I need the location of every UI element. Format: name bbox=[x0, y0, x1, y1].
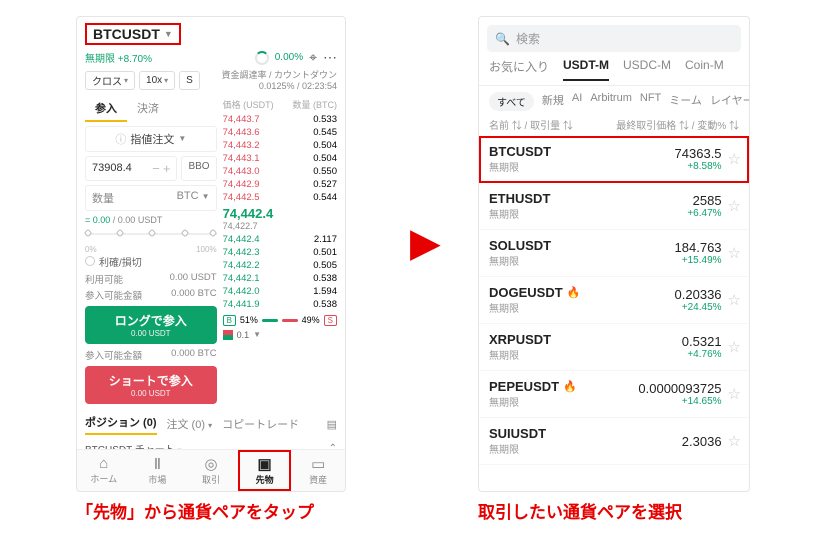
star-icon[interactable]: ☆ bbox=[728, 291, 741, 309]
perp-change: 無期限 +8.70% bbox=[85, 50, 152, 65]
filter-ai[interactable]: AI bbox=[572, 92, 582, 111]
pair-row[interactable]: SOLUSDT無期限184.763+15.49%☆ bbox=[479, 230, 749, 277]
filter-row: すべて 新規 AI Arbitrum NFT ミーム レイヤー1 bbox=[479, 86, 749, 115]
mid-price: 74,442.4 bbox=[223, 204, 337, 221]
phone-left: BTCUSDT ▼ 無期限 +8.70% 0.00% ⌖ ⋯ クロス▾ 10x▾… bbox=[76, 16, 346, 492]
more-icon[interactable]: ⋯ bbox=[323, 49, 337, 66]
nav-trade[interactable]: ◎取引 bbox=[184, 450, 238, 491]
filter-arbitrum[interactable]: Arbitrum bbox=[590, 92, 632, 111]
short-button[interactable]: ショートで参入0.00 USDT bbox=[85, 366, 217, 404]
tab-close[interactable]: 決済 bbox=[127, 96, 169, 122]
nav-wallet[interactable]: ▭資産 bbox=[291, 450, 345, 491]
long-short-ratio: B51% 49%S bbox=[223, 315, 337, 326]
star-icon[interactable]: ☆ bbox=[728, 338, 741, 356]
sort-header[interactable]: 名前 ⇅ / 取引量 ⇅最終取引価格 ⇅ / 変動% ⇅ bbox=[479, 115, 749, 136]
market-tabs: お気に入り USDT-M USDC-M Coin-M bbox=[479, 58, 749, 86]
funding-info: 資金調達率 / カウントダウン 0.0125% / 02:23:54 bbox=[221, 70, 337, 92]
star-icon[interactable]: ☆ bbox=[728, 432, 741, 450]
leverage-chip[interactable]: 10x▾ bbox=[139, 71, 175, 90]
nav-futures[interactable]: ▣先物 bbox=[238, 450, 292, 491]
bbo-button[interactable]: BBO bbox=[181, 156, 216, 181]
search-icon: 🔍 bbox=[495, 32, 510, 46]
tab-usdcm[interactable]: USDC-M bbox=[623, 58, 671, 81]
market-icon: Ⅱ bbox=[131, 455, 185, 473]
search-input[interactable]: 🔍 検索 bbox=[487, 25, 741, 52]
long-button[interactable]: ロングで参入0.00 USDT bbox=[85, 306, 217, 344]
futures-icon: ▣ bbox=[238, 455, 292, 473]
pair-row[interactable]: SUIUSDT無期限2.3036☆ bbox=[479, 418, 749, 465]
pair-row[interactable]: DOGEUSDT 🔥無期限0.20336+24.45%☆ bbox=[479, 277, 749, 324]
star-icon[interactable]: ☆ bbox=[728, 244, 741, 262]
tab-entry[interactable]: 参入 bbox=[85, 96, 127, 122]
nav-home[interactable]: ⌂ホーム bbox=[77, 450, 131, 491]
gauge-icon bbox=[255, 51, 269, 65]
price-input[interactable]: 73908.4 −+ bbox=[85, 156, 177, 181]
pair-header: BTCUSDT ▼ bbox=[77, 17, 345, 49]
chevron-down-icon: ▼ bbox=[164, 29, 173, 39]
tab-fav[interactable]: お気に入り bbox=[489, 58, 549, 81]
filter-meme[interactable]: ミーム bbox=[669, 92, 702, 111]
star-icon[interactable]: ☆ bbox=[728, 150, 741, 168]
tab-copytrade[interactable]: コピートレード bbox=[222, 416, 299, 432]
tab-usdtm[interactable]: USDT-M bbox=[563, 58, 609, 81]
orderbook-controls[interactable]: 0.1 ▼ bbox=[223, 330, 337, 340]
nav-market[interactable]: Ⅱ市場 bbox=[131, 450, 185, 491]
qty-slider[interactable] bbox=[85, 229, 217, 239]
asks-list: 74,443.70.53374,443.60.54574,443.20.5047… bbox=[223, 113, 337, 204]
filter-nft[interactable]: NFT bbox=[640, 92, 661, 111]
tpsl-checkbox[interactable]: 利確/損切 bbox=[85, 254, 217, 269]
chevron-down-icon: ▼ bbox=[178, 134, 186, 143]
minus-icon[interactable]: − bbox=[152, 161, 160, 176]
pair-row[interactable]: ETHUSDT無期限2585+6.47%☆ bbox=[479, 183, 749, 230]
pair-selector[interactable]: BTCUSDT ▼ bbox=[85, 23, 181, 45]
pair-list: BTCUSDT無期限74363.5+8.58%☆ETHUSDT無期限2585+6… bbox=[479, 136, 749, 465]
tab-orders[interactable]: 注文 (0) ▾ bbox=[167, 416, 213, 432]
pair-row[interactable]: XRPUSDT無期限0.5321+4.76%☆ bbox=[479, 324, 749, 371]
history-icon[interactable]: ▤ bbox=[327, 418, 337, 431]
wallet-icon: ▭ bbox=[291, 455, 345, 473]
bottom-nav: ⌂ホーム Ⅱ市場 ◎取引 ▣先物 ▭資産 bbox=[77, 449, 345, 491]
info-icon: ⓘ bbox=[115, 131, 126, 147]
caption-right: 取引したい通貨ペアを選択 bbox=[478, 502, 682, 525]
pair-row[interactable]: PEPEUSDT 🔥無期限0.0000093725+14.65%☆ bbox=[479, 371, 749, 418]
pair-row[interactable]: BTCUSDT無期限74363.5+8.58%☆ bbox=[479, 136, 749, 183]
pair-symbol: BTCUSDT bbox=[93, 26, 160, 42]
phone-right: 🔍 検索 お気に入り USDT-M USDC-M Coin-M すべて 新規 A… bbox=[478, 16, 750, 492]
order-type-select[interactable]: ⓘ 指値注文 ▼ bbox=[85, 126, 217, 152]
filter-all[interactable]: すべて bbox=[489, 92, 534, 111]
caption-left: 「先物」から通貨ペアをタップ bbox=[76, 502, 314, 525]
mark-price: 74,422.7 bbox=[223, 221, 337, 233]
risk-gauge[interactable]: 0.00% ⌖ ⋯ bbox=[255, 49, 337, 66]
arrow-right-icon: ▶ bbox=[410, 220, 441, 266]
home-icon: ⌂ bbox=[77, 455, 131, 472]
star-icon[interactable]: ☆ bbox=[728, 197, 741, 215]
margin-mode-chip[interactable]: クロス▾ bbox=[85, 71, 135, 90]
plus-icon[interactable]: + bbox=[163, 161, 171, 176]
filter-new[interactable]: 新規 bbox=[542, 92, 564, 111]
filter-layer1[interactable]: レイヤー1 bbox=[710, 92, 749, 111]
tab-positions[interactable]: ポジション (0) bbox=[85, 414, 157, 435]
side-chip[interactable]: S bbox=[179, 71, 200, 90]
trade-icon: ◎ bbox=[184, 455, 238, 473]
qty-input[interactable]: 数量 BTC ▼ bbox=[85, 185, 217, 211]
tab-coinm[interactable]: Coin-M bbox=[685, 58, 724, 81]
bids-list: 74,442.42.11774,442.30.50174,442.20.5057… bbox=[223, 233, 337, 311]
orderbook: 価格 (USDT)数量 (BTC) 74,443.70.53374,443.60… bbox=[223, 96, 337, 408]
ob-layout-icon[interactable] bbox=[223, 330, 233, 340]
estimate-text: = 0.00 / 0.00 USDT bbox=[85, 215, 217, 225]
star-icon[interactable]: ☆ bbox=[728, 385, 741, 403]
candles-icon[interactable]: ⌖ bbox=[309, 49, 317, 66]
